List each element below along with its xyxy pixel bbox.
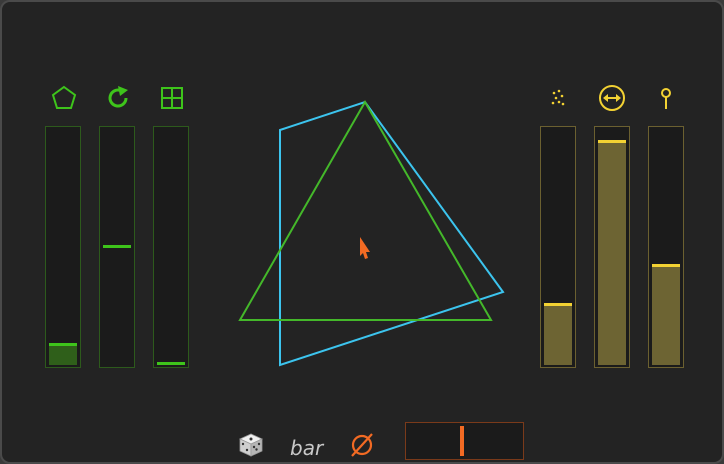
green-triangle [238, 99, 493, 321]
rotation-slider[interactable] [99, 126, 135, 368]
width-slider[interactable] [594, 126, 630, 368]
grid-icon[interactable] [158, 84, 186, 112]
sides-slider-handle[interactable] [49, 343, 77, 346]
sides-slider[interactable] [45, 126, 81, 368]
pin-slider[interactable] [648, 126, 684, 368]
width-slider-handle[interactable] [598, 140, 626, 143]
empty-set-icon [349, 431, 375, 457]
shape-generator-panel: bar [0, 0, 724, 464]
rotate-icon[interactable] [104, 84, 132, 112]
grid-slider-handle[interactable] [157, 362, 185, 365]
offset-slider-marker[interactable] [460, 426, 464, 456]
pentagon-icon[interactable] [50, 84, 78, 112]
rotation-slider-handle[interactable] [103, 245, 131, 248]
offset-slider[interactable] [405, 422, 524, 460]
cyan-polygon [279, 100, 505, 367]
scatter-dots-icon[interactable] [544, 84, 572, 112]
scatter-slider[interactable] [540, 126, 576, 368]
bar-label[interactable]: bar [290, 436, 323, 460]
scatter-slider-fill [544, 305, 572, 365]
bottom-controls: bar [222, 418, 542, 462]
pin-slider-handle[interactable] [652, 264, 680, 267]
phase-invert-button[interactable] [334, 426, 389, 462]
width-slider-fill [598, 142, 626, 365]
center-cursor-icon [360, 237, 370, 259]
pin-icon[interactable] [652, 84, 680, 112]
pin-slider-fill [652, 266, 680, 365]
horizontal-arrows-icon[interactable] [598, 84, 626, 112]
dice-icon[interactable] [237, 430, 265, 458]
sides-slider-fill [49, 345, 77, 365]
scatter-slider-handle[interactable] [544, 303, 572, 306]
grid-slider[interactable] [153, 126, 189, 368]
shape-display [222, 92, 522, 382]
